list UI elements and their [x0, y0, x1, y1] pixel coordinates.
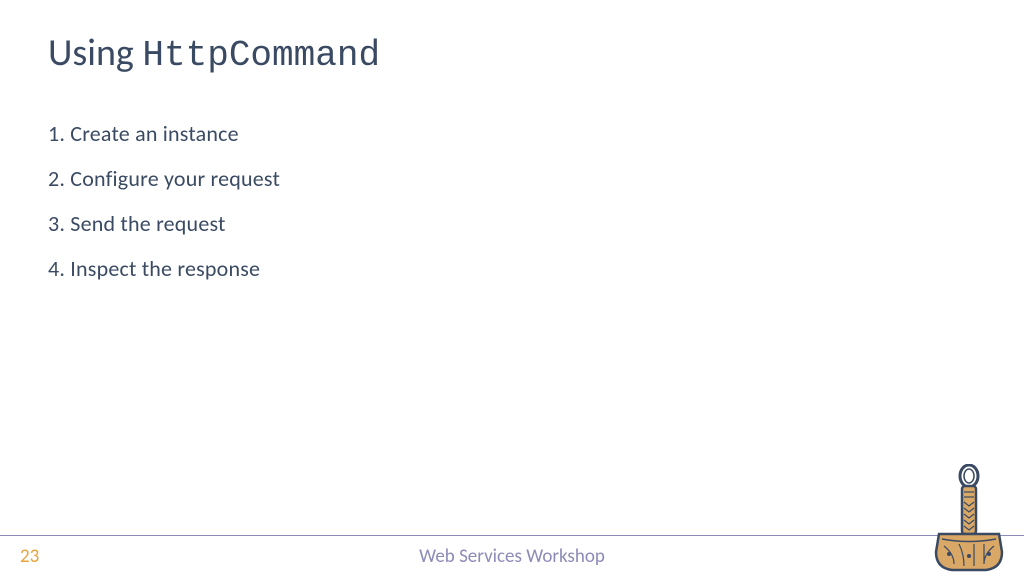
- footer-title: Web Services Workshop: [0, 545, 1024, 568]
- list-item: 1. Create an instance: [48, 120, 280, 147]
- title-prefix: Using: [48, 30, 142, 76]
- steps-list: 1. Create an instance 2. Configure your …: [48, 120, 280, 300]
- list-item: 3. Send the request: [48, 210, 280, 237]
- list-item: 2. Configure your request: [48, 165, 280, 192]
- slide-title: Using HttpCommand: [48, 30, 380, 76]
- footer-divider: [0, 535, 1024, 536]
- thor-hammer-icon: [934, 464, 1004, 574]
- list-item: 4. Inspect the response: [48, 255, 280, 282]
- title-command: HttpCommand: [142, 35, 380, 76]
